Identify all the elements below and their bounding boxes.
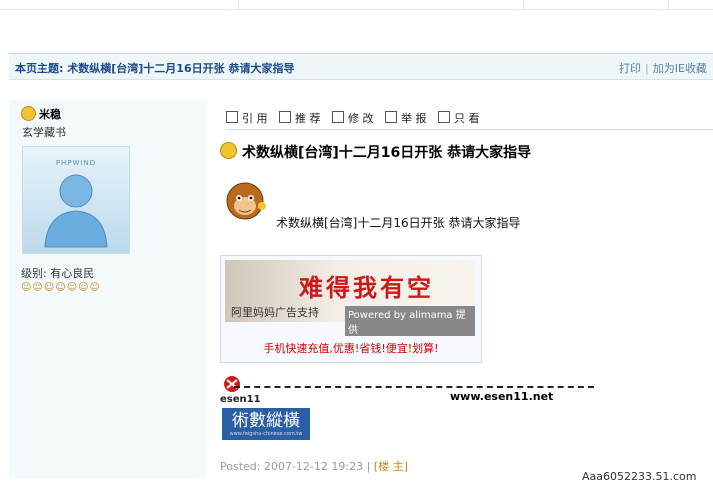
smiley-icon <box>21 106 36 121</box>
divider <box>523 0 524 9</box>
smiley-icon <box>220 142 237 159</box>
separator: | <box>645 62 649 75</box>
post-footer: Posted: 2007-12-12 19:23 | [楼 主] <box>220 458 408 474</box>
edit-icon <box>332 111 344 123</box>
post-toolbar: 引 用 推 荐 修 改 举 报 只 看 <box>226 110 488 126</box>
report-button[interactable]: 举 报 <box>385 110 427 126</box>
ad-banner[interactable]: 难得我有空 阿里妈妈广告支持 Powered by alimama 提供 <box>225 260 475 336</box>
rank-stars: ☺☺☺☺☺☺☺ <box>21 282 101 293</box>
ad-support-text: 阿里妈妈广告支持 <box>231 306 319 319</box>
monkey-emoticon-icon <box>226 182 266 220</box>
user-info-column: 米稳 玄学藏书 PHPWIND 级别: 有心良民 ☺☺☺☺☺☺☺ <box>9 100 206 478</box>
thread-header: 本页主题: 术数纵横[台湾]十二月16日开张 恭请大家指导 打印 | 加为IE收藏 <box>9 53 713 80</box>
floor-link[interactable]: [楼 主] <box>374 460 408 473</box>
signature-banner-url: www.feigshu-chinese.com.tw <box>229 431 303 437</box>
divider <box>238 0 239 9</box>
thread-title: 本页主题: 术数纵横[台湾]十二月16日开张 恭请大家指导 <box>15 60 294 76</box>
signature: esen11 www.esen11.net 術數縱橫 www.feigshu-c… <box>220 374 594 444</box>
signature-banner[interactable]: 術數縱橫 www.feigshu-chinese.com.tw <box>222 408 310 440</box>
edit-button[interactable]: 修 改 <box>332 110 374 126</box>
header-actions: 打印 | 加为IE收藏 <box>619 60 707 76</box>
topic-text: 术数纵横[台湾]十二月16日开张 恭请大家指导 <box>67 62 295 75</box>
quote-button[interactable]: 引 用 <box>226 110 268 126</box>
watermark: Aaa6052233.51.com <box>582 470 697 483</box>
top-table-remnant <box>0 0 713 10</box>
esen-brand: esen11 <box>220 394 261 405</box>
post: 米稳 玄学藏书 PHPWIND 级别: 有心良民 ☺☺☺☺☺☺☺ 引 用 推 荐… <box>9 100 713 478</box>
user-title: 玄学藏书 <box>22 126 66 139</box>
user-rank: 级别: 有心良民 <box>21 267 95 280</box>
ad-text-link[interactable]: 手机快速充值,优惠!省钱!便宜!划算! <box>221 340 481 356</box>
signature-dashed-rule <box>234 386 594 388</box>
ad-box[interactable]: 难得我有空 阿里妈妈广告支持 Powered by alimama 提供 手机快… <box>220 255 482 363</box>
post-subject: 术数纵横[台湾]十二月16日开张 恭请大家指导 <box>220 142 531 162</box>
recommend-icon <box>279 111 291 123</box>
ad-headline: 难得我有空 <box>299 274 434 302</box>
toolbar-divider <box>226 129 713 130</box>
ad-powered-badge: Powered by alimama 提供 <box>345 306 475 336</box>
post-date: Posted: 2007-12-12 19:23 <box>220 460 364 473</box>
topic-label: 本页主题: <box>15 62 64 75</box>
username[interactable]: 米稳 <box>21 106 61 122</box>
report-icon <box>385 111 397 123</box>
avatar-watermark: PHPWIND <box>55 159 97 167</box>
print-link[interactable]: 打印 <box>619 62 641 75</box>
quote-icon <box>226 111 238 123</box>
divider <box>668 0 669 9</box>
signature-url[interactable]: www.esen11.net <box>450 390 553 403</box>
post-body: 术数纵横[台湾]十二月16日开张 恭请大家指导 <box>276 216 521 230</box>
recommend-button[interactable]: 推 荐 <box>279 110 321 126</box>
add-favorite-link[interactable]: 加为IE收藏 <box>653 62 707 75</box>
footer-separator: | <box>366 460 371 473</box>
view-only-button[interactable]: 只 看 <box>438 110 480 126</box>
view-only-icon <box>438 111 450 123</box>
post-content-column: 引 用 推 荐 修 改 举 报 只 看 术数纵横[台湾]十二月16日开张 恭请大… <box>206 100 713 478</box>
avatar[interactable]: PHPWIND <box>22 146 130 254</box>
